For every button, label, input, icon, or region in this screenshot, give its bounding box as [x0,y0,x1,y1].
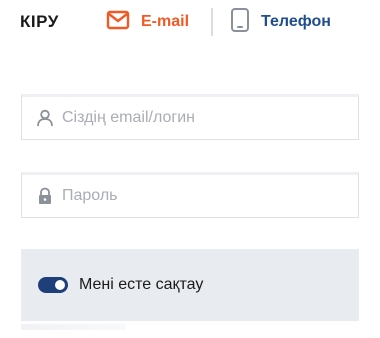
lock-icon [36,187,54,205]
tab-divider [211,8,213,36]
login-header: КІРУ E-mail Телефон [0,0,380,46]
envelope-icon [106,10,130,35]
remember-me-row: Мені есте сақтау [21,249,359,321]
password-field[interactable] [21,172,359,218]
tab-email-label: E-mail [141,13,190,30]
tab-email[interactable]: E-mail [106,9,189,35]
tab-phone-label: Телефон [261,13,331,30]
login-input[interactable] [62,109,342,127]
toggle-knob [55,280,65,290]
password-input[interactable] [62,187,342,205]
tab-phone[interactable]: Телефон [230,7,331,38]
phone-icon [230,7,250,38]
remember-me-label: Мені есте сақтау [79,276,204,293]
login-field[interactable] [21,94,359,140]
faded-bottom-element [21,324,126,330]
page-title: КІРУ [20,12,59,31]
user-icon [36,109,54,127]
remember-me-toggle[interactable] [38,277,68,293]
